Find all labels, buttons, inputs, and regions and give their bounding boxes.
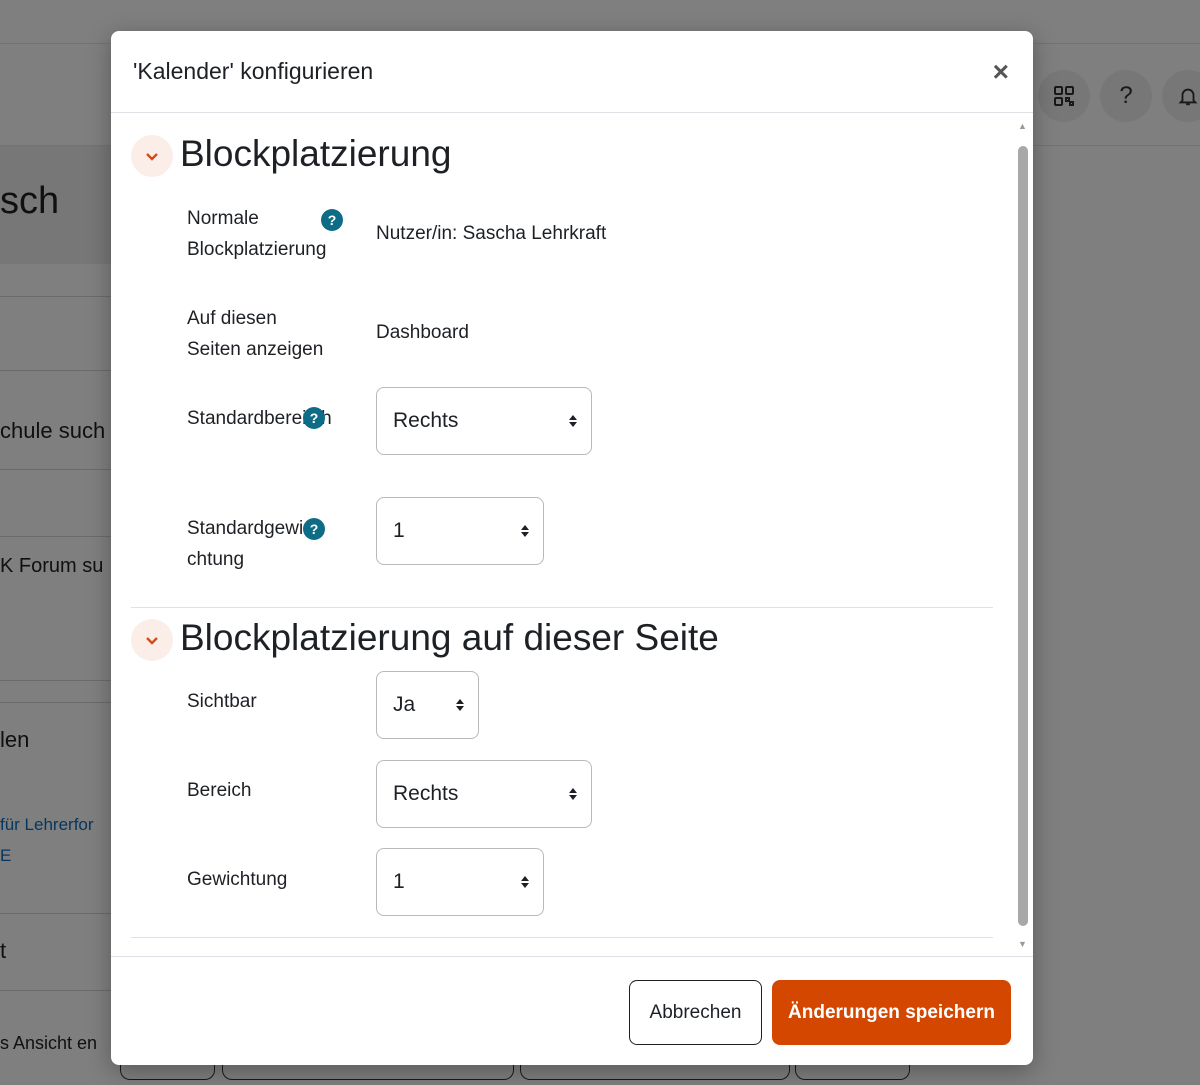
save-changes-button[interactable]: Änderungen speichern bbox=[772, 980, 1011, 1045]
select-arrows-icon bbox=[569, 788, 577, 800]
field-label-show-on-pages: Auf diesen Seiten anzeigen bbox=[187, 308, 324, 360]
select-default-region[interactable]: Rechts bbox=[376, 387, 592, 455]
scroll-down-icon[interactable]: ▼ bbox=[1018, 939, 1027, 949]
field-value-show-on-pages: Dashboard bbox=[376, 322, 469, 343]
select-region[interactable]: Rechts bbox=[376, 760, 592, 828]
select-arrows-icon bbox=[521, 876, 529, 888]
select-weight[interactable]: 1 bbox=[376, 848, 544, 916]
field-label-weight: Gewichtung bbox=[187, 869, 288, 890]
help-circle-icon[interactable]: ? bbox=[321, 209, 343, 231]
modal-footer: Abbrechen Änderungen speichern bbox=[111, 956, 1033, 1065]
modal-scrollbar[interactable]: ▲ ▼ bbox=[1017, 121, 1029, 949]
select-arrows-icon bbox=[521, 525, 529, 537]
section-divider bbox=[131, 607, 993, 608]
help-circle-icon[interactable]: ? bbox=[303, 518, 325, 540]
field-label-default-placement: Normale Blockplatzierung bbox=[187, 208, 327, 260]
chevron-down-icon[interactable] bbox=[131, 619, 173, 661]
chevron-down-icon[interactable] bbox=[131, 135, 173, 177]
select-arrows-icon bbox=[569, 415, 577, 427]
field-label-region: Bereich bbox=[187, 780, 252, 801]
field-label-visible: Sichtbar bbox=[187, 691, 257, 712]
field-value-default-placement: Nutzer/in: Sascha Lehrkraft bbox=[376, 223, 607, 244]
modal-title: 'Kalender' konfigurieren bbox=[133, 58, 374, 84]
select-default-weight[interactable]: 1 bbox=[376, 497, 544, 565]
help-circle-icon[interactable]: ? bbox=[303, 407, 325, 429]
cancel-button[interactable]: Abbrechen bbox=[629, 980, 762, 1045]
section-title: Blockplatzierung bbox=[180, 133, 452, 174]
close-icon[interactable]: × bbox=[993, 57, 1009, 86]
section-divider bbox=[131, 937, 993, 938]
select-visible[interactable]: Ja bbox=[376, 671, 479, 739]
select-arrows-icon bbox=[456, 699, 464, 711]
modal-body: Blockplatzierung Normale Blockplatzierun… bbox=[111, 113, 1033, 956]
scroll-up-icon[interactable]: ▲ bbox=[1018, 121, 1027, 131]
modal-header: 'Kalender' konfigurieren × bbox=[111, 31, 1033, 113]
section-title: Blockplatzierung auf dieser Seite bbox=[180, 617, 719, 658]
configure-block-dialog: 'Kalender' konfigurieren × Blockplatzier… bbox=[111, 31, 1033, 1065]
scrollbar-thumb[interactable] bbox=[1018, 146, 1028, 926]
